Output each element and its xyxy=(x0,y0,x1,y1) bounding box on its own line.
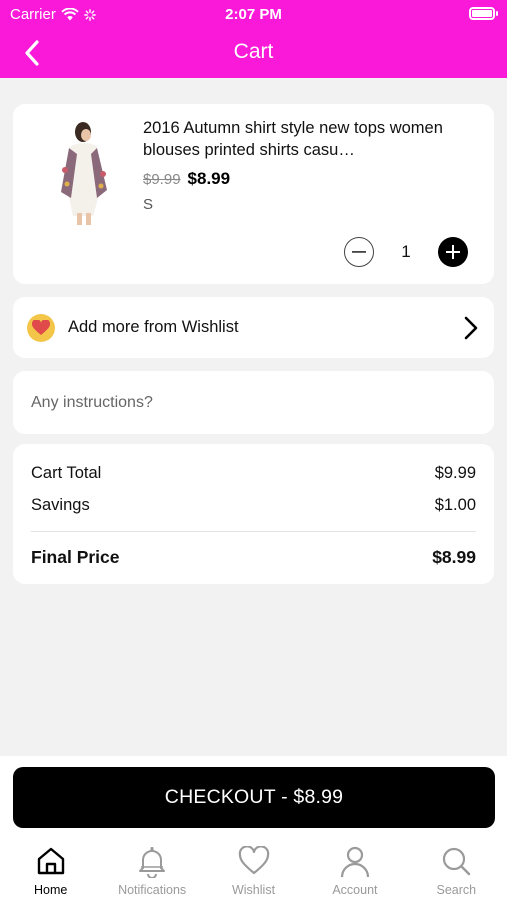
add-from-wishlist-row[interactable]: Add more from Wishlist xyxy=(13,297,494,358)
instructions-card xyxy=(13,371,494,434)
status-bar: Carrier 2:07 PM xyxy=(0,0,507,28)
checkout-button[interactable]: CHECKOUT - $8.99 xyxy=(13,767,495,828)
final-price-row: Final Price $8.99 xyxy=(31,547,476,568)
minus-icon xyxy=(352,251,366,253)
increase-quantity-button[interactable] xyxy=(438,237,468,267)
savings-row: Savings $1.00 xyxy=(31,496,476,515)
product-image[interactable] xyxy=(53,118,117,226)
cart-item-card: 2016 Autumn shirt style new tops women b… xyxy=(13,104,494,284)
bell-icon xyxy=(139,847,166,878)
home-icon xyxy=(37,847,64,875)
status-time: 2:07 PM xyxy=(225,6,282,23)
tab-bar: Home Notifications Wishlist Account Sear… xyxy=(0,840,507,900)
price-row: $9.99 $8.99 xyxy=(143,169,230,189)
tab-home[interactable]: Home xyxy=(0,840,101,900)
search-icon xyxy=(443,847,471,876)
tab-account[interactable]: Account xyxy=(304,840,405,900)
cart-total-label: Cart Total xyxy=(31,464,102,482)
tab-wishlist[interactable]: Wishlist xyxy=(203,840,304,900)
plus-icon xyxy=(446,245,460,259)
product-size: S xyxy=(143,196,154,213)
quantity-stepper: 1 xyxy=(344,237,468,267)
wishlist-row-label: Add more from Wishlist xyxy=(68,318,239,336)
price-summary-card: Cart Total $9.99 Savings $1.00 Final Pri… xyxy=(13,444,494,584)
user-icon xyxy=(340,846,370,878)
cart-total-row: Cart Total $9.99 xyxy=(31,464,476,483)
nav-bar: Cart xyxy=(0,28,507,78)
quantity-value: 1 xyxy=(401,242,411,261)
battery-icon xyxy=(469,7,498,20)
final-price-value: $8.99 xyxy=(432,547,476,567)
tab-notifications[interactable]: Notifications xyxy=(101,840,202,900)
final-price-label: Final Price xyxy=(31,547,120,567)
savings-label: Savings xyxy=(31,496,90,514)
cart-total-value: $9.99 xyxy=(434,464,476,482)
instructions-input[interactable] xyxy=(13,371,494,434)
summary-divider xyxy=(31,531,476,532)
sale-price: $8.99 xyxy=(187,169,231,188)
savings-value: $1.00 xyxy=(434,496,476,514)
tab-wishlist-label: Wishlist xyxy=(231,883,276,897)
tab-search-label: Search xyxy=(436,883,477,897)
wishlist-heart-badge-icon xyxy=(27,314,55,342)
top-bar: Carrier 2:07 PM Cart xyxy=(0,0,507,78)
tab-search[interactable]: Search xyxy=(406,840,507,900)
page-title: Cart xyxy=(233,40,274,63)
tab-account-label: Account xyxy=(332,883,378,897)
original-price: $9.99 xyxy=(143,171,181,188)
tab-notifications-label: Notifications xyxy=(118,883,187,897)
heart-icon xyxy=(238,846,269,875)
product-title[interactable]: 2016 Autumn shirt style new tops women b… xyxy=(143,117,473,161)
chevron-right-icon xyxy=(464,316,478,340)
tab-home-label: Home xyxy=(34,883,68,897)
decrease-quantity-button[interactable] xyxy=(344,237,374,267)
